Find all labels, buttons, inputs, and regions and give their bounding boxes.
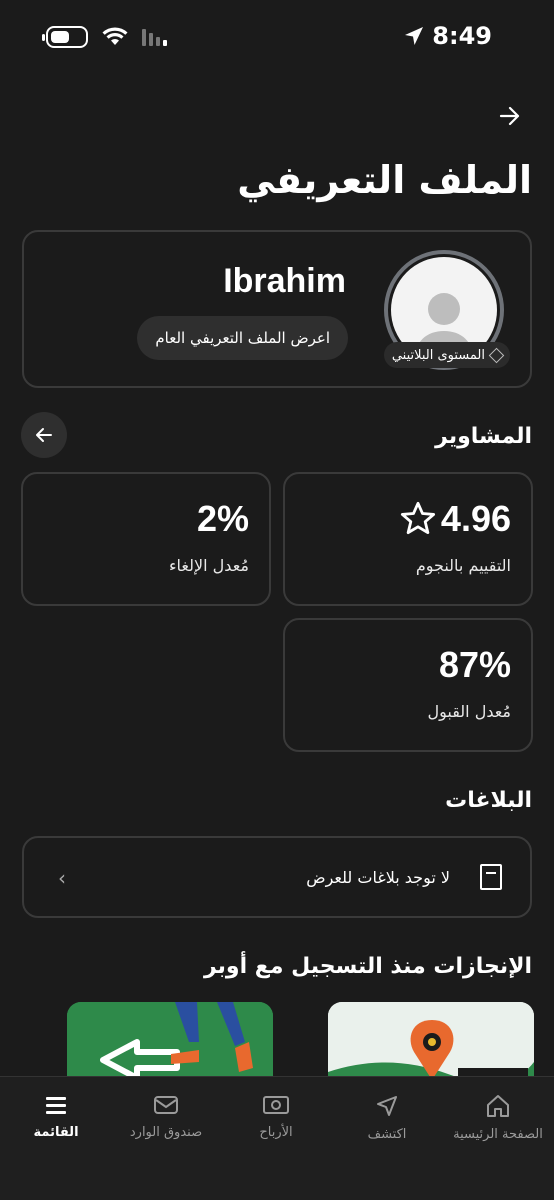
reports-empty-text: لا توجد بلاغات للعرض — [306, 868, 450, 887]
view-public-profile-button[interactable]: اعرض الملف التعريفي العام — [137, 316, 348, 360]
star-rating-card: 4.96 التقييم بالنجوم — [283, 472, 533, 606]
cancellation-rate-value: 2% — [196, 498, 249, 539]
view-public-profile-label: اعرض الملف التعريفي العام — [155, 329, 330, 347]
arrow-right-icon — [499, 106, 520, 126]
nav-explore-label: اكتشف — [367, 1127, 407, 1142]
reports-title: البلاغات — [445, 788, 532, 813]
achievements-title: الإنجازات منذ التسجيل مع أوبر — [203, 954, 532, 979]
bottom-nav: الصفحة الرئيسية اكتشف الأرباح صندوق الوا… — [0, 1076, 554, 1200]
level-badge: المستوى البلاتيني — [383, 342, 510, 368]
inbox-icon — [154, 1096, 178, 1114]
nav-inbox-label: صندوق الوارد — [129, 1125, 203, 1140]
diamond-icon — [488, 347, 505, 363]
cancellation-rate-label: مُعدل الإلغاء — [169, 556, 249, 575]
cancellation-rate-card: 2% مُعدل الإلغاء — [21, 472, 271, 606]
back-button[interactable] — [496, 102, 524, 130]
nav-menu-label: القائمة — [33, 1125, 79, 1140]
status-left — [42, 26, 170, 48]
reports-card[interactable]: لا توجد بلاغات للعرض ‹ — [22, 836, 532, 918]
user-name: Ibrahim — [223, 262, 346, 300]
trips-title: المشاوير — [435, 424, 532, 449]
star-rating-value: 4.96 — [440, 498, 511, 539]
acceptance-rate-value: 87% — [438, 644, 511, 685]
star-rating-value-wrap: 4.96 — [399, 498, 511, 540]
arrow-left-icon — [36, 428, 52, 442]
home-icon — [487, 1095, 509, 1117]
status-time: 8:49 — [432, 22, 492, 50]
nav-menu[interactable]: القائمة — [6, 1093, 106, 1140]
signal-icon — [142, 29, 167, 46]
battery-icon — [42, 26, 88, 48]
compass-icon — [377, 1096, 397, 1116]
nav-earnings-label: الأرباح — [259, 1125, 293, 1140]
trips-more-button[interactable] — [21, 412, 67, 458]
acceptance-rate-card: 87% مُعدل القبول — [283, 618, 533, 752]
chevron-left-icon: ‹ — [58, 866, 66, 890]
nav-explore[interactable]: اكتشف — [337, 1093, 437, 1142]
acceptance-rate-label: مُعدل القبول — [427, 702, 511, 721]
report-document-icon — [480, 864, 502, 890]
level-label: المستوى البلاتيني — [391, 347, 485, 363]
page-title: الملف التعريفي — [237, 158, 532, 202]
menu-icon — [46, 1097, 66, 1114]
status-bar: 8:49 — [0, 0, 554, 76]
profile-card: المستوى البلاتيني Ibrahim اعرض الملف الت… — [22, 230, 532, 388]
status-right: 8:49 — [404, 22, 492, 50]
wifi-icon — [102, 27, 128, 45]
location-arrow-icon — [405, 27, 424, 45]
star-rating-label: التقييم بالنجوم — [415, 556, 511, 575]
earnings-icon — [263, 1096, 289, 1114]
star-icon — [400, 501, 435, 535]
nav-earnings[interactable]: الأرباح — [226, 1093, 326, 1140]
nav-home-label: الصفحة الرئيسية — [453, 1127, 543, 1142]
nav-home[interactable]: الصفحة الرئيسية — [448, 1093, 548, 1142]
nav-inbox[interactable]: صندوق الوارد — [116, 1093, 216, 1140]
